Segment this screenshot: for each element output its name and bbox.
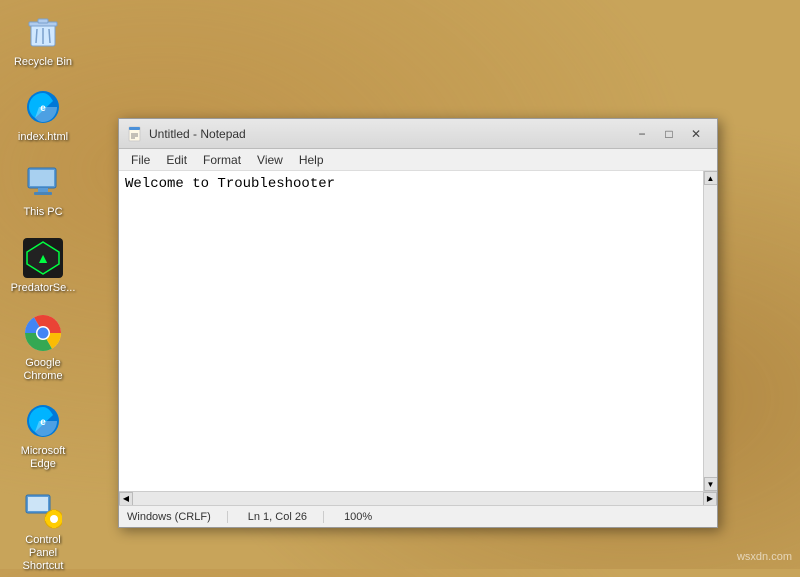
notepad-content-area: Welcome to Troubleshooter ▲ ▼: [119, 171, 717, 491]
scroll-down-arrow[interactable]: ▼: [704, 477, 718, 491]
close-button[interactable]: ✕: [683, 124, 709, 144]
this-pc-icon[interactable]: This PC: [8, 158, 78, 223]
minimize-button[interactable]: −: [629, 124, 655, 144]
index-html-icon[interactable]: e index.html: [8, 83, 78, 148]
menu-file[interactable]: File: [123, 151, 158, 169]
status-position: Ln 1, Col 26: [248, 511, 324, 523]
svg-text:▲: ▲: [36, 250, 50, 266]
vertical-scrollbar[interactable]: ▲ ▼: [703, 171, 717, 491]
svg-text:e: e: [40, 103, 46, 114]
notepad-title-bar: Untitled - Notepad − □ ✕: [119, 119, 717, 149]
scroll-h-track: [133, 492, 703, 505]
google-chrome-label: Google Chrome: [12, 357, 74, 383]
notepad-title: Untitled - Notepad: [149, 127, 629, 141]
predator-label: PredatorSe...: [11, 282, 76, 295]
menu-format[interactable]: Format: [195, 151, 249, 169]
maximize-button[interactable]: □: [656, 124, 682, 144]
scroll-track: [704, 185, 717, 477]
watermark: wsxdn.com: [737, 551, 792, 563]
menu-edit[interactable]: Edit: [158, 151, 195, 169]
microsoft-edge-icon[interactable]: e Microsoft Edge: [8, 397, 78, 475]
desktop-icons: Recycle Bin e index.html: [8, 8, 78, 577]
notepad-window-icon: [127, 126, 143, 142]
control-panel-icon[interactable]: Control Panel Shortcut: [8, 486, 78, 577]
status-zoom: 100%: [344, 511, 388, 523]
notepad-text[interactable]: Welcome to Troubleshooter: [119, 171, 703, 491]
status-line-ending: Windows (CRLF): [127, 511, 228, 523]
google-chrome-icon[interactable]: Google Chrome: [8, 309, 78, 387]
menu-help[interactable]: Help: [291, 151, 332, 169]
this-pc-label: This PC: [23, 206, 62, 219]
recycle-bin-label: Recycle Bin: [14, 56, 72, 69]
notepad-window: Untitled - Notepad − □ ✕ File Edit Forma…: [118, 118, 718, 528]
svg-text:e: e: [40, 417, 46, 428]
title-bar-buttons: − □ ✕: [629, 124, 709, 144]
scroll-right-arrow[interactable]: ▶: [703, 492, 717, 506]
notepad-status-bar: Windows (CRLF) Ln 1, Col 26 100%: [119, 505, 717, 527]
scroll-left-arrow[interactable]: ◀: [119, 492, 133, 506]
control-panel-label: Control Panel Shortcut: [12, 534, 74, 574]
recycle-bin-icon[interactable]: Recycle Bin: [8, 8, 78, 73]
index-html-label: index.html: [18, 131, 68, 144]
microsoft-edge-label: Microsoft Edge: [12, 445, 74, 471]
menu-view[interactable]: View: [249, 151, 291, 169]
notepad-menu-bar: File Edit Format View Help: [119, 149, 717, 171]
predator-icon[interactable]: ▲ PredatorSe...: [8, 234, 78, 299]
scroll-up-arrow[interactable]: ▲: [704, 171, 718, 185]
horizontal-scrollbar[interactable]: ◀ ▶: [119, 491, 717, 505]
